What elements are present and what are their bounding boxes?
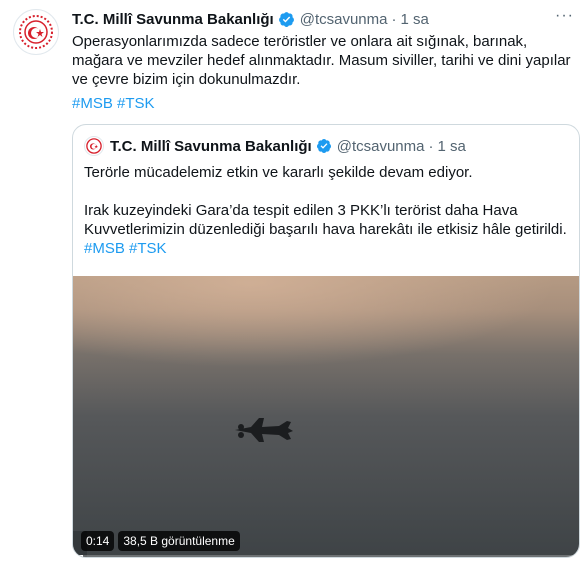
video-player[interactable]: 0:14 38,5 B görüntülenme [73,276,579,557]
separator-dot: · [428,137,434,155]
video-progress-fill [73,555,84,557]
separator-dot: · [391,10,397,28]
quoted-hashtags[interactable]: #MSB #TSK [84,239,570,258]
quoted-text-line1: Terörle mücadelemiz etkin ve kararlı şek… [84,164,473,181]
msb-logo [86,138,102,154]
author-avatar[interactable] [13,9,59,55]
quoted-author-name: T.C. Millî Savunma Bakanlığı [110,137,312,155]
tweet-hashtags[interactable]: #MSB #TSK [72,94,155,113]
video-progress-bar[interactable] [73,555,579,557]
verified-badge-icon [278,11,294,27]
msb-logo [19,15,53,49]
video-duration: 0:14 [81,531,115,551]
tweet-header: T.C. Millî Savunma Bakanlığı @tcsavunma … [72,7,574,29]
video-info-badges: 0:14 38,5 B görüntülenme [81,531,240,551]
fighter-jet-icon [235,418,293,442]
quoted-author-handle: @tcsavunma [336,137,425,155]
quoted-text-line2: Irak kuzeyindeki Gara’da tespit edilen 3… [84,202,567,238]
quoted-timestamp: 1 sa [437,137,466,155]
more-options-icon[interactable]: ··· [555,7,574,25]
author-handle[interactable]: @tcsavunma [300,11,388,28]
tweet-timestamp[interactable]: 1 sa [400,11,428,28]
quoted-tweet[interactable]: T.C. Millî Savunma Bakanlığı @tcsavunma … [72,124,580,558]
verified-badge-icon [316,139,331,153]
tweet-text: Operasyonlarımızda sadece teröristler ve… [72,33,571,88]
video-frame [73,276,579,557]
quoted-author-avatar [84,136,104,156]
tweet-card[interactable]: T.C. Millî Savunma Bakanlığı @tcsavunma … [0,0,584,566]
quoted-header: T.C. Millî Savunma Bakanlığı @tcsavunma … [110,135,466,157]
view-count: 38,5 B görüntülenme [118,531,240,551]
quoted-text: Terörle mücadelemiz etkin ve kararlı şek… [84,163,570,258]
author-name[interactable]: T.C. Millî Savunma Bakanlığı [72,11,274,28]
